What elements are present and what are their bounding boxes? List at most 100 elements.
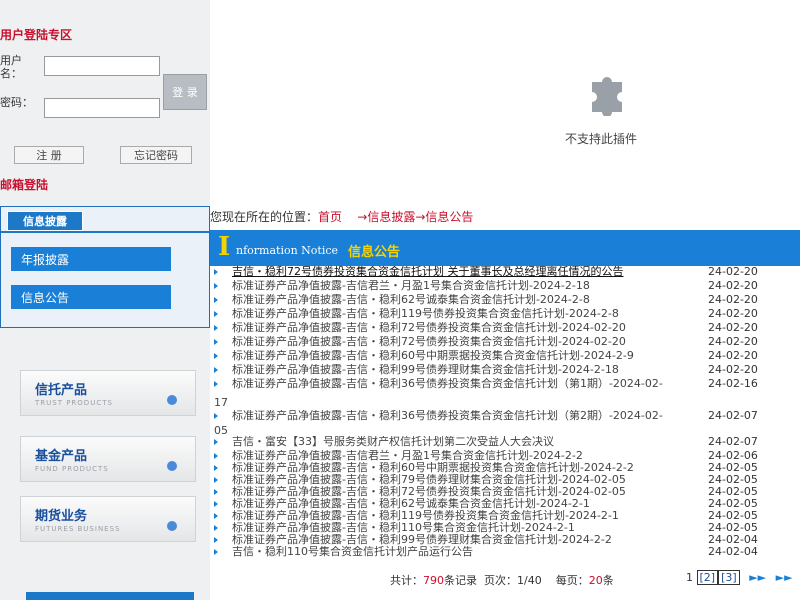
breadcrumb-prefix: 您现在所在的位置：	[210, 210, 319, 224]
notice-title[interactable]: 标准证券产品净值披露-吉信・稳利62号诚泰集合资金信托计划-2024-2-8	[232, 294, 700, 306]
list-item[interactable]: 标准证券产品净值披露-吉信・稳利36号债券投资集合资金信托计划（第1期）-202…	[210, 378, 800, 390]
bullet-icon	[214, 269, 218, 275]
left-panel: 用户登陆专区 用户名： 密码： 登 录 注 册 忘记密码 邮箱登陆 信息披露 年…	[0, 0, 210, 600]
login-title: 用户登陆专区	[0, 28, 73, 42]
notice-title[interactable]: 标准证券产品净值披露-吉信・稳利72号债券投资集合资金信托计划-2024-02-…	[232, 322, 700, 334]
notice-initial: I	[218, 232, 231, 262]
list-item[interactable]: 吉信・稳利110号集合资金信托计划产品运行公告 24-02-04	[210, 546, 800, 558]
password-label: 密码：	[0, 96, 33, 109]
notice-title[interactable]: 标准证券产品净值披露-吉信・稳利36号债券投资集合资金信托计划（第2期）-202…	[232, 410, 700, 422]
product-card-trust[interactable]: 信托产品 TRUST PRODUCTS	[20, 370, 196, 416]
notice-title[interactable]: 标准证券产品净值披露-吉信・稳利99号债券理财集合资金信托计划-2024-2-2	[232, 534, 700, 546]
notice-date: 24-02-20	[708, 363, 758, 376]
list-item[interactable]: 标准证券产品净值披露-吉信・稳利62号诚泰集合资金信托计划-2024-2-8 24…	[210, 294, 800, 306]
password-input[interactable]	[44, 98, 160, 118]
product-title: 期货业务	[35, 509, 88, 524]
list-item[interactable]: 标准证券产品净值披露-吉信・稳利36号债券投资集合资金信托计划（第2期）-202…	[210, 410, 800, 422]
list-item[interactable]: 吉信・富安【33】号服务类财产权信托计划第二次受益人大会决议 24-02-07	[210, 436, 800, 448]
notice-title[interactable]: 标准证券产品净值披露-吉信君兰・月盈1号集合资金信托计划-2024-2-2	[232, 450, 700, 462]
username-label: 用户名：	[0, 54, 22, 80]
notice-date: 24-02-20	[708, 265, 758, 278]
notice-english-title: nformation Notice	[236, 244, 339, 257]
wrapped-text: 17	[214, 396, 228, 409]
username-input[interactable]	[44, 56, 160, 76]
list-item[interactable]: 标准证券产品净值披露-吉信・稳利72号债券投资集合资金信托计划-2024-02-…	[210, 336, 800, 348]
notice-title[interactable]: 标准证券产品净值披露-吉信・稳利72号债券投资集合资金信托计划-2024-02-…	[232, 336, 700, 348]
notice-title[interactable]: 标准证券产品净值披露-吉信・稳利119号债券投资集合资金信托计划-2024-2-…	[232, 510, 700, 522]
bullet-icon	[214, 413, 218, 419]
list-item[interactable]: 标准证券产品净值披露-吉信・稳利99号债券理财集合资金信托计划-2024-2-1…	[210, 364, 800, 376]
bullet-icon	[214, 537, 218, 543]
wrapped-text: 05	[214, 424, 228, 437]
notice-title[interactable]: 吉信・稳利72号债券投资集合资金信托计划 关于董事长及总经理离任情况的公告	[232, 266, 700, 278]
list-item[interactable]: 标准证券产品净值披露-吉信・稳利60号中期票据投资集合资金信托计划-2024-2…	[210, 350, 800, 362]
total-label: 共计：	[390, 574, 423, 587]
notice-date: 24-02-20	[708, 279, 758, 292]
list-item[interactable]: 标准证券产品净值披露-吉信・稳利119号债券投资集合资金信托计划-2024-2-…	[210, 308, 800, 320]
page-current: 1	[686, 571, 693, 584]
list-item[interactable]: 标准证券产品净值披露-吉信・稳利72号债券投资集合资金信托计划-2024-02-…	[210, 322, 800, 334]
bullet-icon	[214, 283, 218, 289]
notice-title[interactable]: 标准证券产品净值披露-吉信・稳利60号中期票据投资集合资金信托计划-2024-2…	[232, 462, 700, 474]
breadcrumb-home[interactable]: 首页	[318, 210, 342, 224]
product-card-futures[interactable]: 期货业务 FUTURES BUSINESS	[20, 496, 196, 542]
bullet-icon	[214, 453, 218, 459]
notice-title[interactable]: 标准证券产品净值披露-吉信君兰・月盈1号集合资金信托计划-2024-2-18	[232, 280, 700, 292]
notice-date: 24-02-20	[708, 335, 758, 348]
mail-login-link[interactable]: 邮箱登陆	[0, 176, 48, 193]
page-link-2[interactable]: [2]	[696, 570, 719, 585]
product-subtitle: FUTURES BUSINESS	[35, 525, 121, 533]
register-button[interactable]: 注 册	[14, 146, 84, 164]
notice-chinese-title: 信息公告	[348, 245, 401, 260]
bullet-icon	[214, 353, 218, 359]
notice-title[interactable]: 标准证券产品净值披露-吉信・稳利110号集合资金信托计划-2024-2-1	[232, 522, 700, 534]
next-page-icon[interactable]: ►►	[749, 571, 766, 584]
notice-title[interactable]: 标准证券产品净值披露-吉信・稳利79号债券理财集合资金信托计划-2024-02-…	[232, 474, 700, 486]
sidebar-item-notice[interactable]: 信息公告	[11, 285, 171, 309]
page-label: 页次：	[484, 574, 517, 587]
per-page-label: 每页：	[555, 574, 589, 587]
notice-title[interactable]: 标准证券产品净值披露-吉信・稳利72号债券投资集合资金信托计划-2024-02-…	[232, 486, 700, 498]
notice-date: 24-02-07	[708, 409, 758, 422]
forgot-password-button[interactable]: 忘记密码	[120, 146, 192, 164]
notice-title[interactable]: 吉信・富安【33】号服务类财产权信托计划第二次受益人大会决议	[232, 436, 700, 448]
bullet-icon	[214, 439, 218, 445]
notice-title[interactable]: 标准证券产品净值披露-吉信・稳利60号中期票据投资集合资金信托计划-2024-2…	[232, 350, 700, 362]
per-page-suffix: 条	[602, 574, 614, 587]
login-button[interactable]: 登 录	[163, 74, 207, 110]
arrow-icon	[167, 521, 177, 531]
notice-date: 24-02-20	[708, 307, 758, 320]
notice-title[interactable]: 吉信・稳利110号集合资金信托计划产品运行公告	[232, 546, 700, 558]
bullet-icon	[214, 489, 218, 495]
notice-title[interactable]: 标准证券产品净值披露-吉信・稳利119号债券投资集合资金信托计划-2024-2-…	[232, 308, 700, 320]
pager: 1 [2] [3] ►► ►►	[686, 570, 793, 585]
page-link-3[interactable]: [3]	[718, 570, 740, 585]
sidebar-item-annual-report[interactable]: 年报披露	[11, 247, 171, 271]
notice-title[interactable]: 标准证券产品净值披露-吉信・稳利62号诚泰集合资金信托计划-2024-2-1	[232, 498, 700, 510]
notice-date: 24-02-20	[708, 349, 758, 362]
notice-date: 24-02-07	[708, 435, 758, 448]
breadcrumb-info-notice[interactable]: →信息公告	[415, 210, 473, 224]
bullet-icon	[214, 325, 218, 331]
product-title: 信托产品	[35, 383, 88, 398]
info-disclosure-tab[interactable]: 信息披露	[7, 211, 83, 231]
breadcrumb: 您现在所在的位置：首页 →信息披露→信息公告	[210, 208, 473, 225]
bullet-icon	[214, 465, 218, 471]
info-disclosure-box: 信息披露 年报披露 信息公告	[0, 206, 210, 328]
notice-date: 24-02-20	[708, 321, 758, 334]
notice-title[interactable]: 标准证券产品净值披露-吉信・稳利99号债券理财集合资金信托计划-2024-2-1…	[232, 364, 700, 376]
bullet-icon	[214, 501, 218, 507]
last-page-icon[interactable]: ►►	[776, 571, 793, 584]
bullet-icon	[214, 339, 218, 345]
arrow-icon	[167, 461, 177, 471]
notice-list: 吉信・稳利72号债券投资集合资金信托计划 关于董事长及总经理离任情况的公告 24-…	[210, 266, 800, 576]
list-item[interactable]: 吉信・稳利72号债券投资集合资金信托计划 关于董事长及总经理离任情况的公告 24-…	[210, 266, 800, 278]
notice-title[interactable]: 标准证券产品净值披露-吉信・稳利36号债券投资集合资金信托计划（第1期）-202…	[232, 378, 700, 390]
product-subtitle: TRUST PRODUCTS	[35, 399, 113, 407]
bullet-icon	[214, 381, 218, 387]
page-indicator: 1/40	[517, 574, 542, 587]
breadcrumb-info-disclosure[interactable]: →信息披露	[357, 210, 415, 224]
bottom-banner	[26, 592, 194, 600]
product-card-fund[interactable]: 基金产品 FUND PRODUCTS	[20, 436, 196, 482]
list-item[interactable]: 标准证券产品净值披露-吉信君兰・月盈1号集合资金信托计划-2024-2-18 24…	[210, 280, 800, 292]
